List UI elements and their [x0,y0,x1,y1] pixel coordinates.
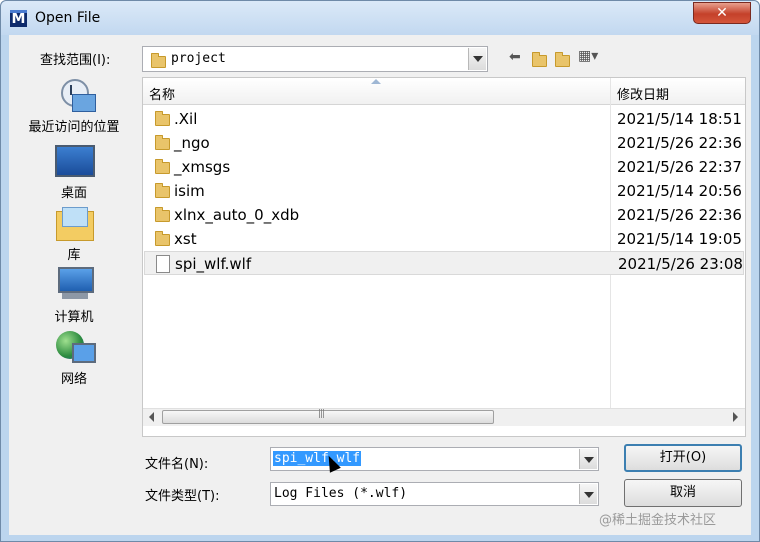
list-header: 名称 修改日期 [143,78,745,105]
list-item[interactable]: _xmsgs 2021/5/26 22:37 [144,155,744,179]
window-title: Open File [35,10,101,26]
place-computer[interactable]: 计算机 [9,267,139,325]
file-date: 2021/5/14 20:56 [617,182,742,200]
scroll-thumb[interactable] [162,409,494,424]
file-type-value: Log Files (*.wlf) [274,486,408,501]
file-name: spi_wlf.wlf [175,255,252,273]
open-button[interactable]: 打开(O) [624,444,742,472]
file-name-input[interactable]: spi_wlf.wlf [273,451,362,466]
file-date: 2021/5/26 23:08 [618,255,743,273]
chevron-down-icon[interactable] [468,48,486,70]
close-button[interactable]: ✕ [693,2,751,24]
cancel-button[interactable]: 取消 [624,479,742,507]
file-name: _ngo [174,134,210,152]
look-in-value: project [171,51,226,66]
place-network[interactable]: 网络 [9,329,139,387]
file-date: 2021/5/14 18:51 [617,110,742,128]
view-menu-icon[interactable]: ▦▾ [578,48,598,64]
place-desktop[interactable]: 桌面 [9,143,139,201]
folder-icon [151,53,166,68]
folder-icon [155,183,170,198]
file-date: 2021/5/26 22:36 [617,134,742,152]
file-date: 2021/5/26 22:36 [617,206,742,224]
chevron-down-icon[interactable] [579,484,597,504]
app-logo-icon: M [10,10,27,27]
back-icon[interactable]: ⬅ [509,49,521,65]
folder-icon [155,111,170,126]
places-bar: 最近访问的位置 桌面 库 计算机 网络 [9,75,139,435]
look-in-combo[interactable]: project [142,46,488,72]
file-name: xst [174,230,197,248]
horizontal-scrollbar[interactable] [143,408,745,426]
title-bar[interactable]: M Open File ✕ [1,1,759,35]
place-label: 库 [67,248,81,263]
file-name: isim [174,182,205,200]
file-icon [156,255,170,273]
watermark: @稀土掘金技术社区 [599,513,717,528]
file-name: .Xil [174,110,198,128]
place-label: 桌面 [60,186,87,201]
look-in-label: 查找范围(I): [40,53,111,68]
file-type-combo[interactable]: Log Files (*.wlf) [270,482,599,506]
file-name-combo[interactable]: spi_wlf.wlf [270,447,599,471]
file-name-label: 文件名(N): [145,457,209,472]
list-item[interactable]: xlnx_auto_0_xdb 2021/5/26 22:36 [144,203,744,227]
place-label: 最近访问的位置 [28,120,120,135]
file-date: 2021/5/26 22:37 [617,158,742,176]
list-item-selected[interactable]: spi_wlf.wlf 2021/5/26 23:08 [144,251,744,275]
file-name: _xmsgs [174,158,231,176]
folder-icon [155,135,170,150]
folder-icon [155,207,170,222]
new-folder-icon[interactable] [555,52,570,67]
column-header-date[interactable]: 修改日期 [617,84,669,103]
column-header-name[interactable]: 名称 [149,84,175,103]
libraries-icon [54,205,94,241]
file-name: xlnx_auto_0_xdb [174,206,300,224]
place-label: 计算机 [54,310,94,325]
place-label: 网络 [60,372,87,387]
place-libraries[interactable]: 库 [9,205,139,263]
list-item[interactable]: _ngo 2021/5/26 22:36 [144,131,744,155]
network-icon [54,329,96,365]
sort-ascending-icon [371,79,381,84]
scroll-left-icon[interactable] [149,412,154,422]
folder-icon [155,231,170,246]
scroll-right-icon[interactable] [733,412,738,422]
recent-places-icon [54,77,96,113]
file-date: 2021/5/14 19:05 [617,230,742,248]
up-folder-icon[interactable] [532,52,547,67]
file-type-label: 文件类型(T): [145,489,220,504]
file-list[interactable]: 名称 修改日期 .Xil 2021/5/14 18:51 _ngo 2021/5… [142,77,746,437]
list-item[interactable]: xst 2021/5/14 19:05 [144,227,744,251]
list-item[interactable]: .Xil 2021/5/14 18:51 [144,107,744,131]
dialog-body: 查找范围(I): project ⬅ ▦▾ 最近访问的位置 桌面 库 计算机 网… [9,35,751,535]
folder-icon [155,159,170,174]
open-file-dialog: M Open File ✕ 查找范围(I): project ⬅ ▦▾ 最近访问… [0,0,760,542]
chevron-down-icon[interactable] [579,449,597,469]
computer-icon [54,267,94,303]
place-recent[interactable]: 最近访问的位置 [9,77,139,135]
desktop-icon [54,143,95,179]
list-item[interactable]: isim 2021/5/14 20:56 [144,179,744,203]
